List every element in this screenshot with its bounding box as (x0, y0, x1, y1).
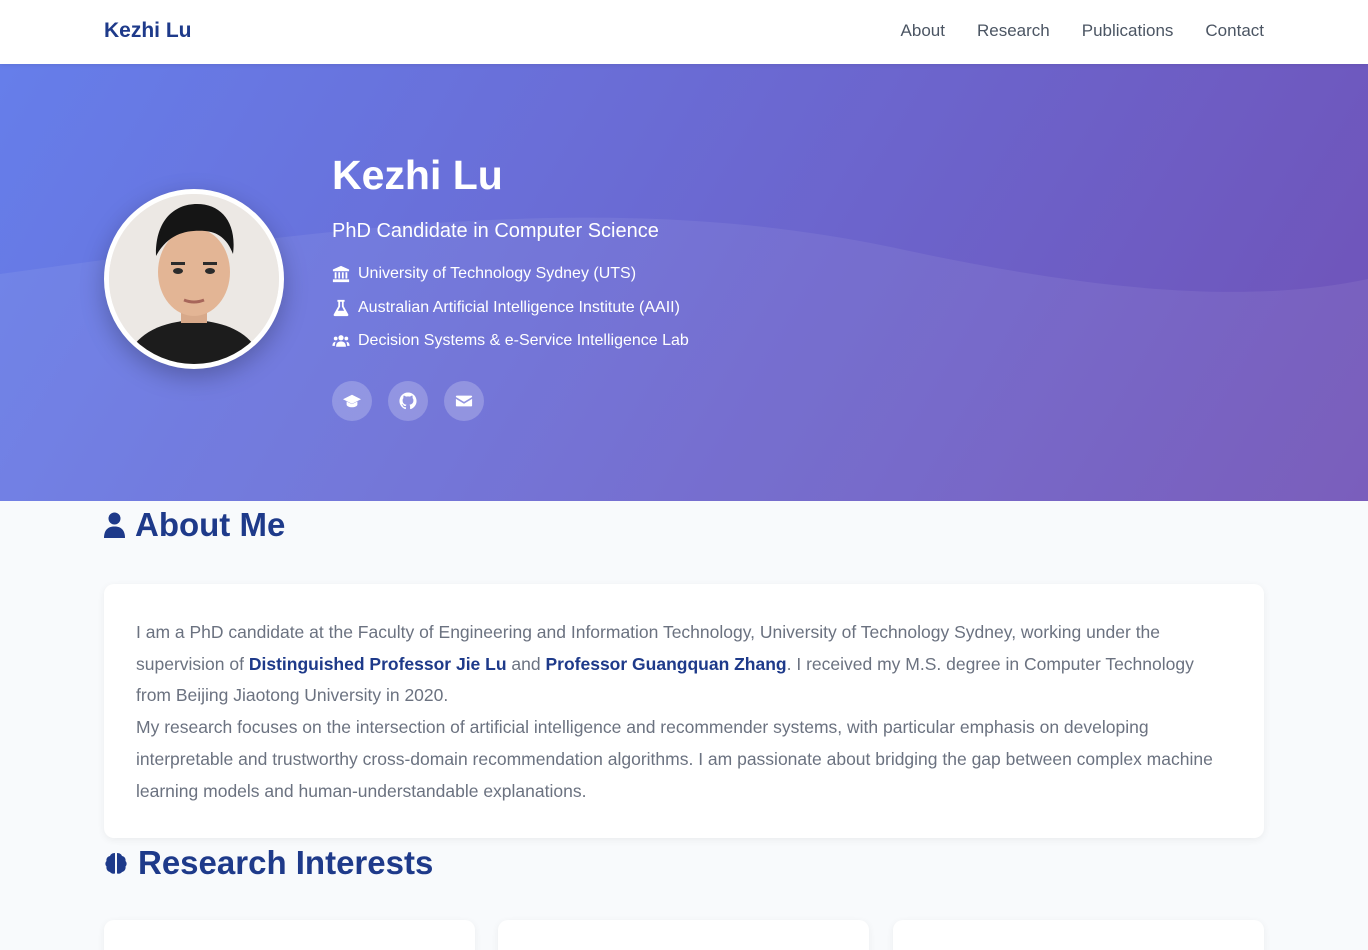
github-icon (399, 392, 417, 410)
graduation-cap-icon (343, 394, 361, 408)
flask-icon (333, 299, 349, 317)
research-card (498, 920, 869, 950)
about-heading-text: About Me (135, 506, 286, 543)
users-icon (332, 335, 350, 347)
nav-link-contact[interactable]: Contact (1205, 21, 1264, 41)
hero-section: Kezhi Lu PhD Candidate in Computer Scien… (0, 64, 1368, 501)
research-heading: Research Interests (104, 844, 433, 882)
affiliation-lab: Decision Systems & e-Service Intelligenc… (332, 332, 689, 350)
navbar: Kezhi Lu About Research Publications Con… (0, 0, 1368, 64)
nav-link-publications[interactable]: Publications (1082, 21, 1174, 41)
google-scholar-button[interactable] (332, 381, 372, 421)
about-text-segment: and (506, 653, 546, 674)
supervisor-name-1: Distinguished Professor Jie Lu (248, 653, 507, 674)
research-card (104, 920, 475, 950)
profile-photo (104, 189, 284, 369)
research-heading-text: Research Interests (138, 844, 434, 881)
nav-links: About Research Publications Contact (901, 21, 1264, 41)
university-icon (332, 265, 350, 283)
about-paragraph-1: I am a PhD candidate at the Faculty of E… (136, 617, 1232, 712)
envelope-icon (455, 395, 473, 407)
about-paragraph-2: My research focuses on the intersection … (136, 717, 1213, 801)
supervisor-name-2: Professor Guangquan Zhang (545, 653, 787, 674)
github-button[interactable] (388, 381, 428, 421)
nav-link-research[interactable]: Research (977, 21, 1050, 41)
affiliation-institute-text: Australian Artificial Intelligence Insti… (358, 299, 680, 316)
hero-name: Kezhi Lu (332, 152, 503, 198)
brain-icon (105, 853, 127, 874)
research-card (893, 920, 1264, 950)
brand-logo[interactable]: Kezhi Lu (104, 19, 192, 43)
nav-link-about[interactable]: About (901, 21, 945, 41)
social-links (332, 381, 484, 421)
affiliation-lab-text: Decision Systems & e-Service Intelligenc… (358, 332, 689, 349)
user-icon (104, 512, 125, 538)
affiliation-university-text: University of Technology Sydney (UTS) (358, 265, 637, 282)
affiliation-university: University of Technology Sydney (UTS) (332, 265, 636, 283)
about-card: I am a PhD candidate at the Faculty of E… (104, 584, 1264, 838)
about-heading: About Me (104, 506, 285, 544)
email-button[interactable] (444, 381, 484, 421)
affiliation-institute: Australian Artificial Intelligence Insti… (332, 299, 680, 317)
hero-subtitle: PhD Candidate in Computer Science (332, 220, 659, 242)
